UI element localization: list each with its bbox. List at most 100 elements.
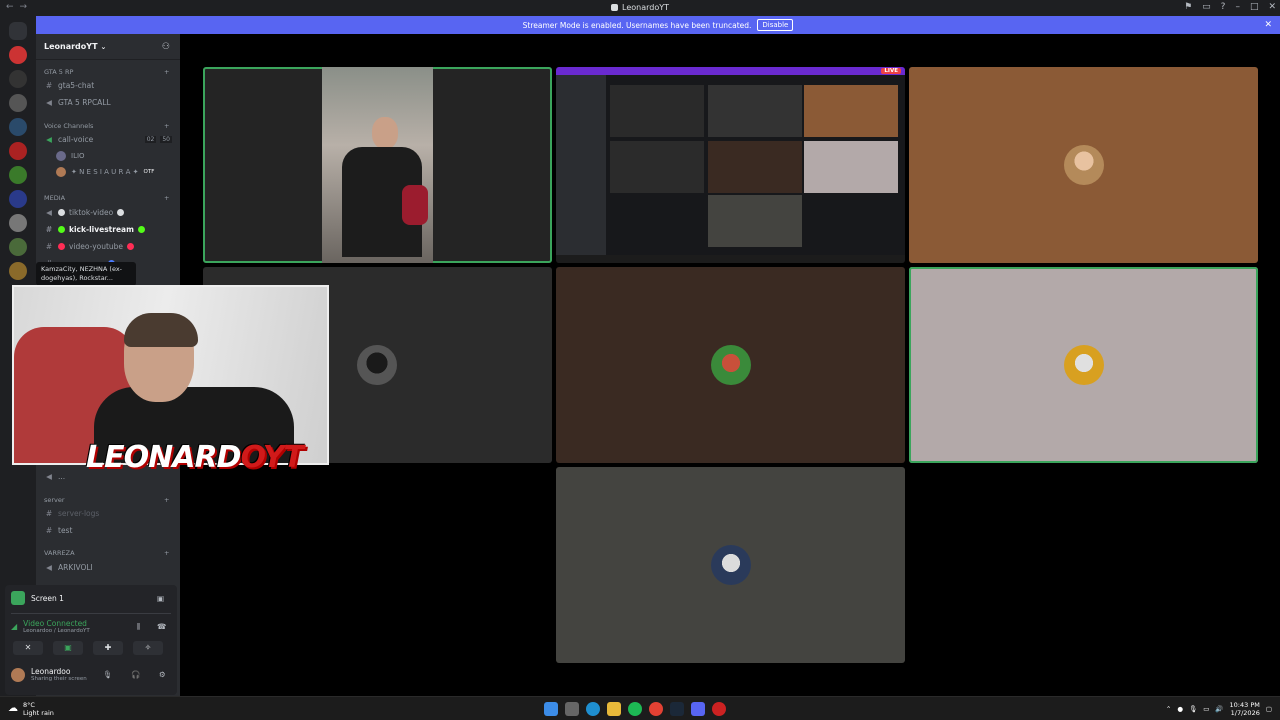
add-channel-icon[interactable]: + bbox=[164, 194, 169, 202]
discord-logo-icon bbox=[611, 4, 618, 11]
speaker-icon: ◀ bbox=[46, 97, 52, 107]
server-icon-9[interactable] bbox=[9, 238, 27, 256]
minimize-icon[interactable]: – bbox=[1235, 2, 1240, 12]
microphone-icon[interactable]: 🎙 bbox=[103, 670, 113, 679]
channel-label: ARKIVOLI bbox=[58, 562, 93, 572]
stream-taskbar bbox=[556, 255, 905, 263]
gear-icon[interactable]: ⚙ bbox=[159, 670, 166, 679]
server-icon-7[interactable] bbox=[9, 190, 27, 208]
start-icon[interactable] bbox=[544, 702, 558, 716]
channel-gta5-rpcall[interactable]: ◀ GTA 5 RPCALL bbox=[44, 95, 172, 109]
camera-off-button[interactable]: ✕ bbox=[13, 641, 43, 655]
noise-icon[interactable]: ⫼ bbox=[137, 622, 140, 632]
screen-share-row[interactable]: Screen 1 ▣ bbox=[11, 591, 164, 605]
window-title: LeonardoYT bbox=[0, 3, 1280, 12]
channel-test[interactable]: # test bbox=[44, 523, 172, 537]
add-channel-icon[interactable]: + bbox=[164, 549, 169, 557]
category-label: GTA 5 RP bbox=[44, 68, 74, 76]
server-icon-3[interactable] bbox=[9, 94, 27, 112]
steam-icon[interactable] bbox=[670, 702, 684, 716]
channel-call-voice[interactable]: ◀ call-voice 02 50 bbox=[44, 132, 172, 146]
add-channel-icon[interactable]: + bbox=[164, 496, 169, 504]
server-icon-10[interactable] bbox=[9, 262, 27, 280]
channel-tiktok-video[interactable]: ◀ tiktok-video bbox=[44, 205, 172, 219]
video-tile-6[interactable] bbox=[909, 267, 1258, 463]
chrome-icon[interactable] bbox=[649, 702, 663, 716]
voice-user-nesiaura[interactable]: ✦ N E S I A U R A ✦ OTF bbox=[56, 166, 154, 178]
server-header[interactable]: LeonardoYT ⌄ ⚇ bbox=[36, 34, 180, 60]
windows-taskbar: ☁ 8°C Light rain ⌃ ● 🎙 ▭ 🔊 10:43 PM 1/7/… bbox=[0, 696, 1280, 720]
task-view-icon[interactable] bbox=[565, 702, 579, 716]
maximize-icon[interactable]: □ bbox=[1250, 2, 1259, 12]
server-icon-5[interactable] bbox=[9, 142, 27, 160]
video-tile-5[interactable] bbox=[556, 267, 905, 463]
channel-video-youtube[interactable]: # video-youtube bbox=[44, 239, 172, 253]
category-gta[interactable]: GTA 5 RP + bbox=[44, 68, 169, 76]
stream-mini-tile bbox=[804, 85, 898, 137]
screen-label: Screen 1 bbox=[31, 593, 64, 603]
network-icon[interactable]: ▭ bbox=[1203, 705, 1209, 713]
video-tile-1[interactable] bbox=[203, 67, 552, 263]
discord-icon[interactable] bbox=[691, 702, 705, 716]
home-discord-icon[interactable] bbox=[9, 22, 27, 40]
server-icon-4[interactable] bbox=[9, 118, 27, 136]
close-window-icon[interactable]: ✕ bbox=[1268, 2, 1276, 12]
screen-icon[interactable]: ▭ bbox=[1202, 2, 1211, 12]
headphones-icon[interactable]: 🎧 bbox=[131, 670, 140, 679]
server-icon-8[interactable] bbox=[9, 214, 27, 232]
channel-kick-livestream[interactable]: # kick-livestream bbox=[44, 222, 172, 236]
server-icon-2[interactable] bbox=[9, 70, 27, 88]
stream-mini-tile bbox=[610, 85, 704, 137]
clock[interactable]: 10:43 PM 1/7/2026 bbox=[1230, 701, 1260, 717]
inbox-icon[interactable]: ⚑ bbox=[1184, 2, 1192, 12]
dot-icon bbox=[58, 208, 65, 216]
video-tile-stream[interactable]: LIVE bbox=[556, 67, 905, 263]
activities-button[interactable]: ✚ bbox=[93, 641, 123, 655]
screen-share-button[interactable]: ▣ bbox=[53, 641, 83, 655]
video-tile-7[interactable] bbox=[556, 467, 905, 663]
tray-app-icon[interactable]: ● bbox=[1177, 705, 1183, 713]
disconnect-icon[interactable]: ☎ bbox=[157, 622, 166, 631]
speaker-icon: ◀ bbox=[46, 471, 52, 481]
category-media[interactable]: MEDIA + bbox=[44, 194, 169, 202]
video-tile-3[interactable] bbox=[909, 67, 1258, 263]
category-varreza[interactable]: VARREZA + bbox=[44, 549, 169, 557]
stream-mini-tile bbox=[610, 141, 704, 193]
server-icon-leonardo[interactable] bbox=[9, 46, 27, 64]
channel-arkivoli[interactable]: ◀ ARKIVOLI bbox=[44, 560, 172, 574]
help-icon[interactable]: ? bbox=[1221, 2, 1226, 12]
volume-icon[interactable]: 🔊 bbox=[1215, 705, 1223, 713]
voice-panel: Screen 1 ▣ ◢ Video Connected Leonardoo /… bbox=[5, 585, 177, 695]
stop-stream-icon[interactable]: ▣ bbox=[157, 594, 164, 603]
user-row[interactable]: Leonardoo Sharing their screen 🎙 🎧 ⚙ bbox=[11, 667, 166, 682]
edge-icon[interactable] bbox=[586, 702, 600, 716]
server-icon-6[interactable] bbox=[9, 166, 27, 184]
avatar bbox=[1063, 345, 1104, 385]
add-channel-icon[interactable]: + bbox=[164, 122, 169, 130]
file-explorer-icon[interactable] bbox=[607, 702, 621, 716]
screen-share-icon bbox=[11, 591, 25, 605]
banner-close-icon[interactable]: ✕ bbox=[1264, 20, 1272, 30]
kick-dot-icon bbox=[58, 225, 65, 233]
speaker-icon: ◀ bbox=[46, 134, 52, 144]
spotify-icon[interactable] bbox=[628, 702, 642, 716]
channel-server-logs[interactable]: # server-logs bbox=[44, 506, 172, 520]
add-channel-icon[interactable]: + bbox=[164, 68, 169, 76]
channel-gta5-chat[interactable]: # gta5-chat bbox=[44, 78, 172, 92]
weather-widget[interactable]: ☁ 8°C Light rain bbox=[8, 701, 54, 717]
app-icon[interactable] bbox=[712, 702, 726, 716]
chevron-up-icon[interactable]: ⌃ bbox=[1166, 705, 1171, 713]
disable-button[interactable]: Disable bbox=[757, 19, 794, 31]
chevron-down-icon: ⌄ bbox=[100, 42, 107, 51]
voice-user-ilio[interactable]: ILIO bbox=[56, 150, 85, 162]
category-server[interactable]: server + bbox=[44, 496, 169, 504]
notification-icon[interactable]: ▢ bbox=[1266, 705, 1272, 713]
mic-tray-icon[interactable]: 🎙 bbox=[1189, 705, 1197, 713]
user-limit: 50 bbox=[160, 135, 172, 143]
invite-icon[interactable]: ⚇ bbox=[162, 42, 170, 52]
dot-icon bbox=[117, 208, 125, 216]
server-name: LeonardoYT bbox=[44, 42, 98, 51]
voice-user-name: ILIO bbox=[71, 152, 85, 160]
category-voice[interactable]: Voice Channels + bbox=[44, 122, 169, 130]
soundboard-button[interactable]: ✧ bbox=[133, 641, 163, 655]
